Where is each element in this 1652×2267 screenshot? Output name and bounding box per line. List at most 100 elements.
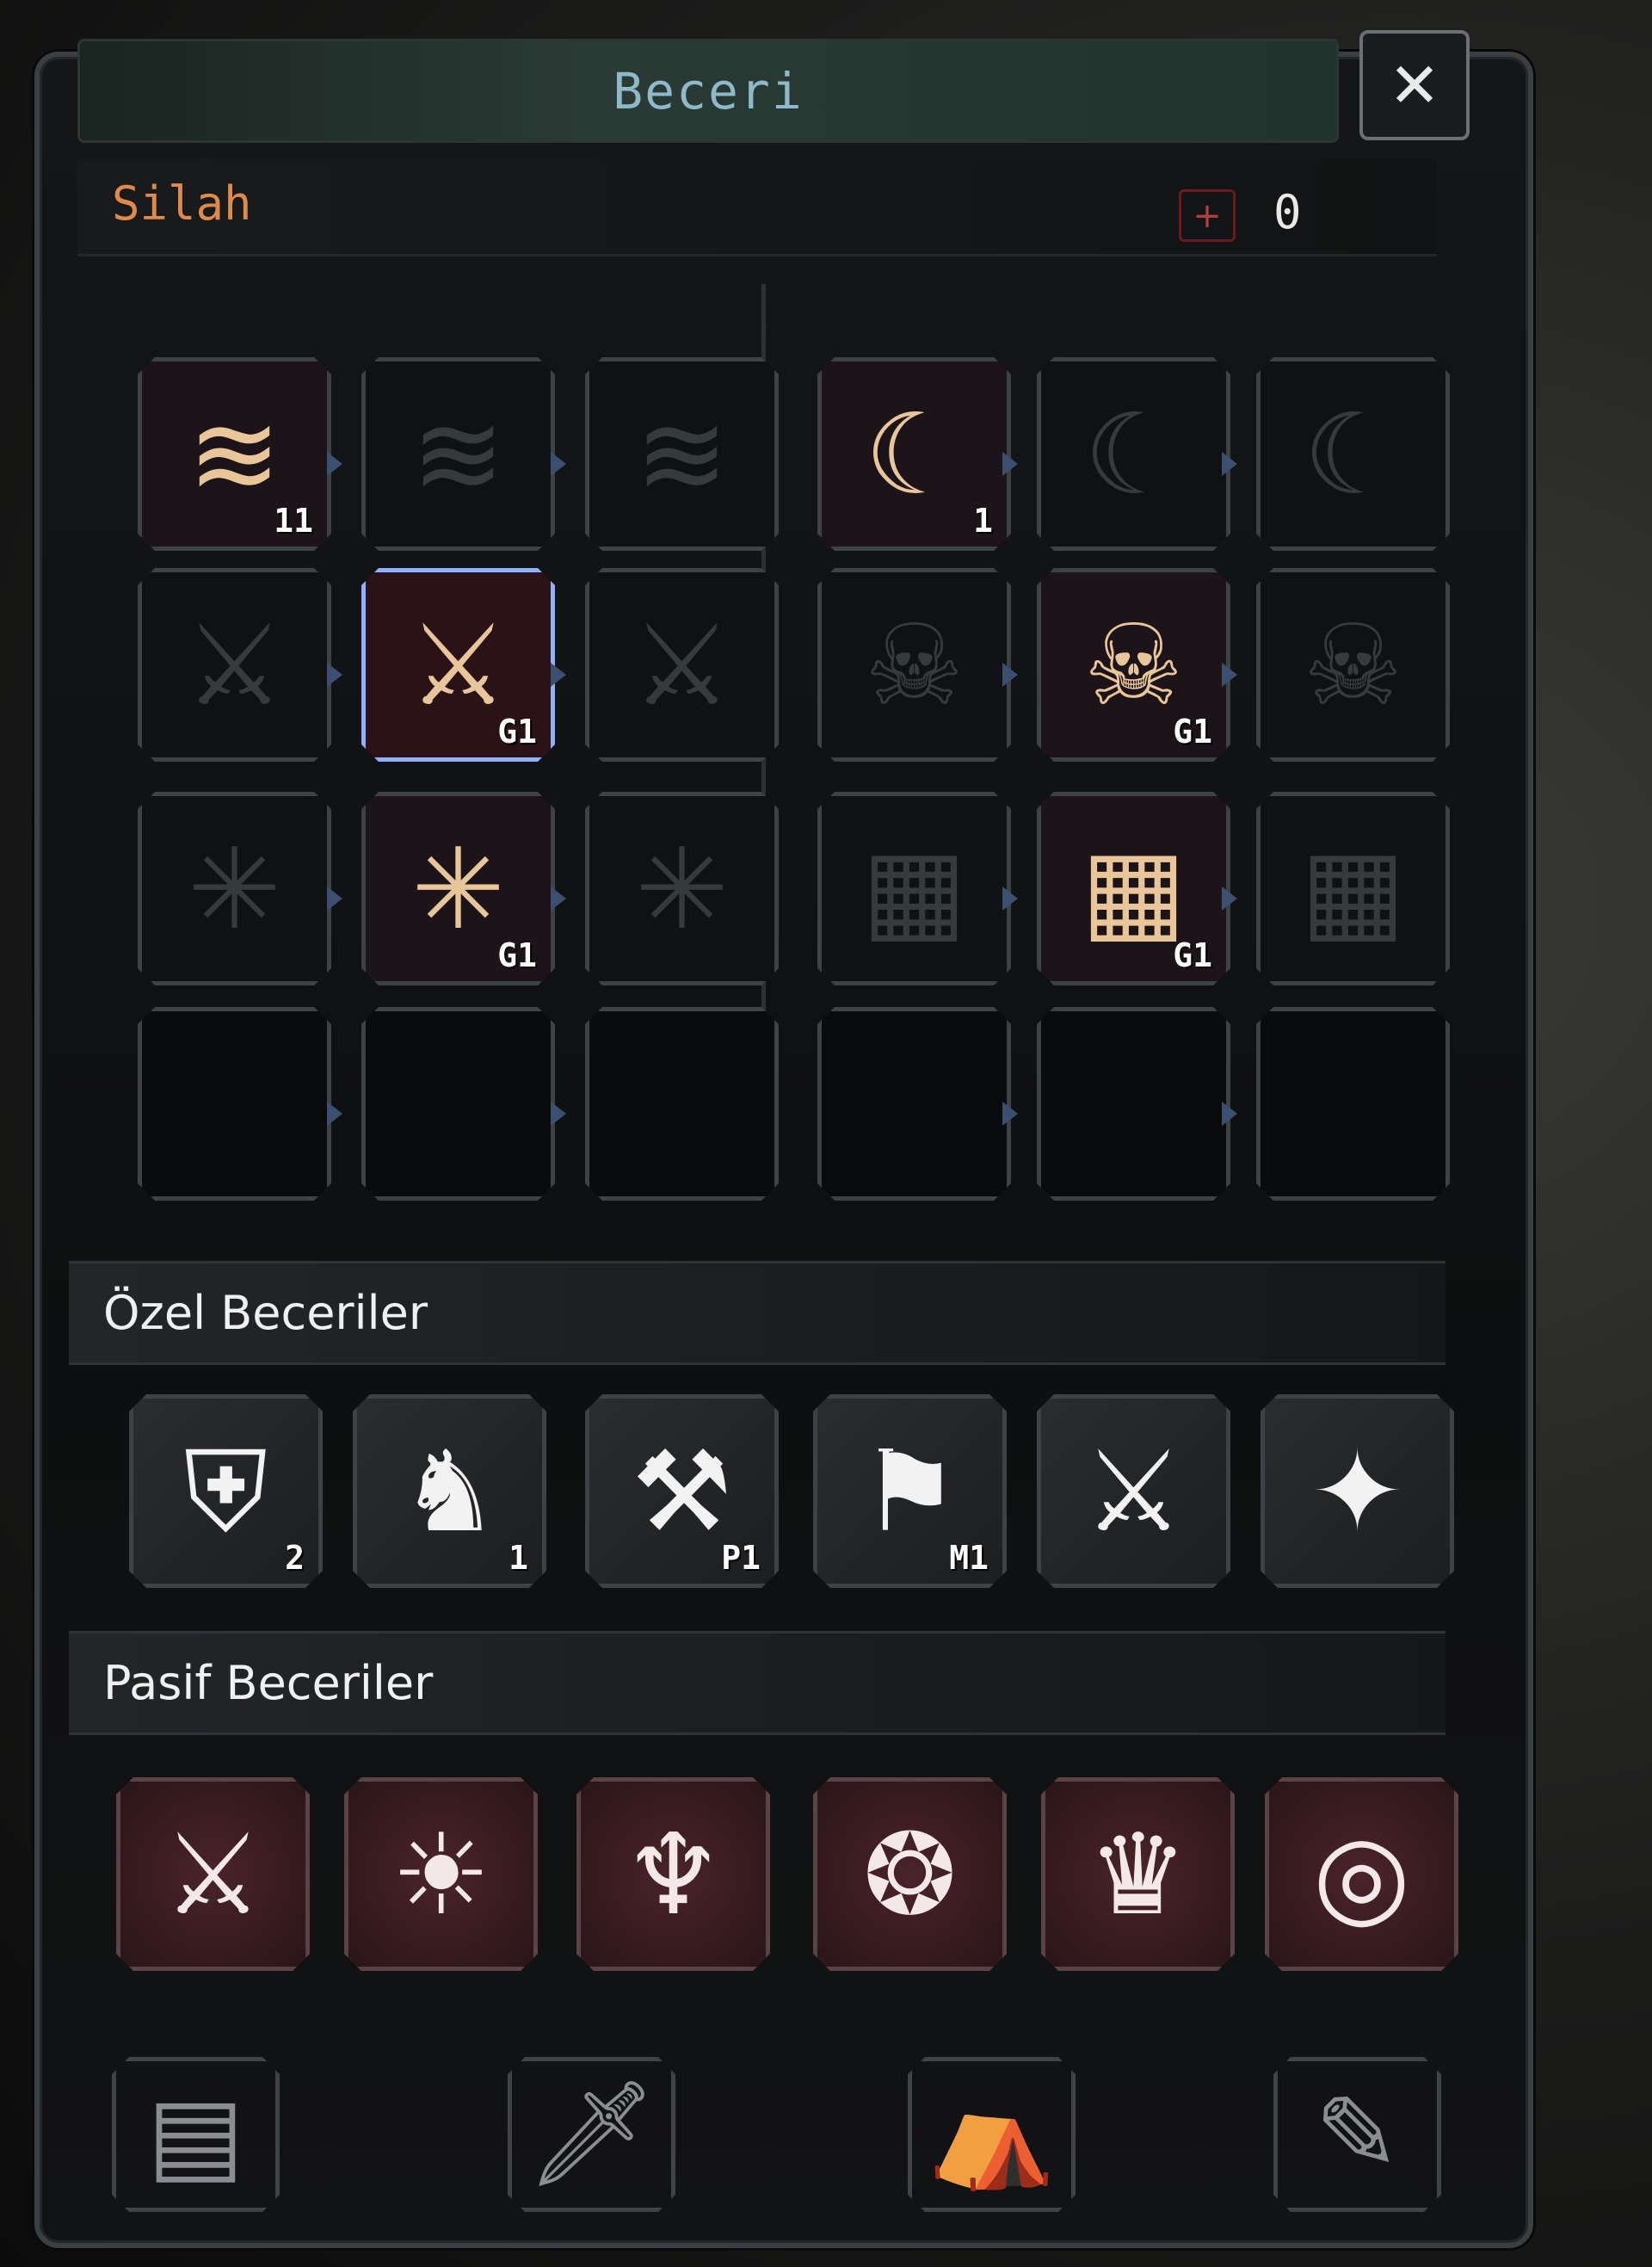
skill-slot[interactable]: ☠ [1256, 568, 1450, 762]
add-points-button[interactable]: + [1179, 189, 1236, 242]
skill-slot[interactable] [1256, 1007, 1450, 1201]
skill-slot[interactable]: ▦ [1256, 792, 1450, 985]
skill-slot[interactable]: ◎ [1265, 1777, 1458, 1971]
weapon-section-header: Silah + 0 [77, 159, 1437, 256]
crescent-blade-icon: ☾ [1083, 388, 1184, 520]
spiral-icon: ◎ [1312, 1808, 1411, 1940]
skill-slot[interactable]: ☀ [344, 1777, 538, 1971]
skill-slot[interactable] [361, 1007, 555, 1201]
sun-gear-icon: ☀ [391, 1808, 491, 1940]
skill-slot[interactable]: ✳ G1 [361, 792, 555, 985]
skill-level: 1 [973, 502, 993, 540]
skill-slot[interactable]: ☾ [1256, 357, 1450, 551]
flag-icon: ⚑ [860, 1425, 960, 1557]
burst-icon: ✳ [635, 823, 729, 954]
skill-slot[interactable]: ☾ [1037, 357, 1230, 551]
upgrade-arrow-icon [327, 452, 342, 476]
upgrade-arrow-icon [1002, 886, 1018, 911]
skill-level: M1 [949, 1539, 989, 1577]
skill-slot[interactable]: ⚑ M1 [813, 1394, 1007, 1588]
sword-shield-icon: ⛨ [183, 1425, 268, 1557]
skill-slot[interactable]: ✳ [585, 792, 779, 985]
tab-frame [1273, 2057, 1441, 2212]
skill-slot[interactable]: ☠ G1 [1037, 568, 1230, 762]
title-bar[interactable]: Beceri [77, 39, 1339, 143]
skill-level: G1 [497, 713, 537, 751]
category-tab[interactable]: ✎ [1265, 2048, 1450, 2221]
crown-icon: ♛ [1088, 1808, 1188, 1940]
skill-slot[interactable]: ≋ [585, 357, 779, 551]
skill-slot[interactable]: ⚔ [138, 568, 331, 762]
skill-level: 1 [509, 1539, 528, 1577]
skill-points-value: 0 [1273, 185, 1302, 239]
upgrade-arrow-icon [551, 663, 566, 687]
tab-frame [908, 2057, 1076, 2212]
sword-icon: ⚔ [632, 599, 732, 731]
skill-slot[interactable]: ⚔ [585, 568, 779, 762]
skill-slot[interactable]: ▦ [817, 792, 1011, 985]
special-skills-header: Özel Beceriler [69, 1261, 1446, 1365]
wind-slash-icon: ≋ [411, 388, 505, 520]
skill-slot[interactable]: ⚒ P1 [585, 1394, 779, 1588]
passive-skills-header: Pasif Beceriler [69, 1631, 1446, 1735]
close-button[interactable]: ✕ [1359, 30, 1470, 140]
wind-slash-icon: ≋ [635, 388, 729, 520]
skill-slot[interactable] [1037, 1007, 1230, 1201]
upgrade-arrow-icon [551, 886, 566, 911]
axe-sword-icon: ⚔ [1083, 1425, 1184, 1557]
upgrade-arrow-icon [1222, 663, 1237, 687]
crossed-blades-icon: ⚔ [163, 1808, 263, 1940]
rune-icon: ▦ [1081, 823, 1187, 954]
skill-slot[interactable]: ♆ [576, 1777, 770, 1971]
tab-frame [508, 2057, 675, 2212]
category-tab-bar: ▤ 🗡 ⛺ ✎ [26, 2048, 1489, 2221]
skill-level: 2 [285, 1539, 305, 1577]
category-tab[interactable]: ⛺ [899, 2048, 1084, 2221]
tab-frame [112, 2057, 280, 2212]
skill-slot[interactable]: ♛ [1041, 1777, 1235, 1971]
crescent-blade-icon: ☾ [1303, 388, 1403, 520]
skill-slot[interactable] [138, 1007, 331, 1201]
skill-slot[interactable]: ☠ [817, 568, 1011, 762]
upgrade-arrow-icon [1002, 663, 1018, 687]
skull-icon: ☠ [1303, 599, 1403, 731]
skill-slot[interactable]: ≋ 11 [138, 357, 331, 551]
wind-slash-icon: ≋ [188, 388, 281, 520]
skill-slot[interactable]: ⚔ [1037, 1394, 1230, 1588]
skill-slot[interactable]: ☾ 1 [817, 357, 1011, 551]
phoenix-icon: ❂ [863, 1808, 957, 1940]
window-title: Beceri [613, 61, 804, 120]
shuriken-icon: ✦ [1310, 1425, 1404, 1557]
upgrade-arrow-icon [327, 663, 342, 687]
crescent-blade-icon: ☾ [864, 388, 965, 520]
skill-slot[interactable]: ♞ 1 [353, 1394, 546, 1588]
passive-skills-label: Pasif Beceriler [103, 1656, 434, 1710]
skill-slot[interactable] [585, 1007, 779, 1201]
skill-slot[interactable]: ▦ G1 [1037, 792, 1230, 985]
skill-level: G1 [1173, 713, 1212, 751]
skill-slot[interactable]: ❂ [813, 1777, 1007, 1971]
rune-icon: ▦ [861, 823, 967, 954]
special-skills-label: Özel Beceriler [103, 1286, 428, 1340]
upgrade-arrow-icon [551, 1102, 566, 1126]
horse-icon: ♞ [399, 1425, 500, 1557]
skill-level: G1 [497, 936, 537, 974]
upgrade-arrow-icon [1002, 1102, 1018, 1126]
skill-level: 11 [274, 502, 313, 540]
category-tab[interactable]: 🗡 [499, 2048, 684, 2221]
upgrade-arrow-icon [327, 1102, 342, 1126]
skull-icon: ☠ [1083, 599, 1184, 731]
category-tab[interactable]: ▤ [103, 2048, 288, 2221]
skull-icon: ☠ [864, 599, 965, 731]
skill-slot[interactable]: ⛨ 2 [129, 1394, 323, 1588]
skill-slot[interactable]: ✳ [138, 792, 331, 985]
upgrade-arrow-icon [1002, 452, 1018, 476]
skill-slot[interactable] [817, 1007, 1011, 1201]
skill-slot[interactable]: ✦ [1261, 1394, 1454, 1588]
upgrade-arrow-icon [1222, 1102, 1237, 1126]
upgrade-arrow-icon [1222, 452, 1237, 476]
pickaxe-icon: ⚒ [632, 1425, 732, 1557]
skill-slot[interactable]: ≋ [361, 357, 555, 551]
skill-slot[interactable]: ⚔ G1 [361, 568, 555, 762]
skill-slot[interactable]: ⚔ [116, 1777, 310, 1971]
